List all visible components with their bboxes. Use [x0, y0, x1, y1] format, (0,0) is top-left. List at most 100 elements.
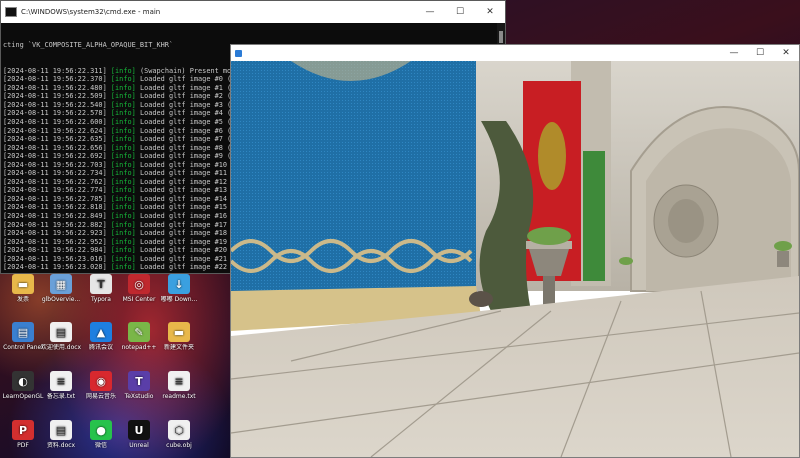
log-timestamp: [2024-08-11 19:56:22.370]: [3, 75, 107, 84]
3d-viewport[interactable]: [231, 61, 799, 457]
desktop-icon[interactable]: ◉ 网易云音乐: [80, 371, 122, 400]
log-message: Loaded gltf image #14: [139, 194, 228, 203]
desktop-icon[interactable]: ⬡ cube.obj: [158, 420, 200, 449]
green-curtain: [583, 151, 605, 281]
desktop-icon[interactable]: ◎ MSI Center: [118, 274, 160, 303]
log-message: Loaded gltf image #22: [139, 263, 228, 271]
log-level: [info]: [110, 92, 136, 101]
log-timestamp: [2024-08-11 19:56:22.882]: [3, 220, 107, 229]
lion-face: [668, 199, 704, 243]
desktop-icon-label: notepad++: [121, 344, 157, 351]
desktop-icon[interactable]: ✎ notepad++: [118, 322, 160, 351]
3d-model-icon: ⬡: [168, 420, 190, 440]
desktop-icon[interactable]: ▤ 资料.docx: [40, 420, 82, 449]
log-message: Loaded gltf image #8 (: [139, 143, 232, 152]
document-icon: ▤: [50, 420, 72, 440]
download-icon: ↓: [168, 274, 190, 294]
log-level: [info]: [110, 143, 136, 152]
log-level: [info]: [110, 237, 136, 246]
close-button[interactable]: ✕: [475, 1, 505, 23]
desktop-icon-label: 新建文件夹: [163, 344, 194, 351]
desktop-icon-label: 嘟嘟 Down...: [160, 296, 198, 303]
texstudio-icon: T: [128, 371, 150, 391]
app-icon: [235, 49, 242, 57]
desktop-icon-label: TeXstudio: [124, 393, 154, 400]
console-window-controls: — ☐ ✕: [415, 1, 505, 23]
log-level: [info]: [110, 212, 136, 221]
log-timestamp: [2024-08-11 19:56:22.785]: [3, 194, 107, 203]
log-level: [info]: [110, 152, 136, 161]
folder-icon: ▬: [168, 322, 190, 342]
log-level: [info]: [110, 135, 136, 144]
log-timestamp: [2024-08-11 19:56:22.703]: [3, 160, 107, 169]
desktop-icon[interactable]: ▲ 腾讯会议: [80, 322, 122, 351]
pdf-icon: P: [12, 420, 34, 440]
desktop-icon-label: MSI Center: [122, 296, 156, 303]
log-message: Loaded gltf image #2 (: [139, 92, 232, 101]
log-message: Loaded gltf image #11: [139, 169, 228, 178]
log-message: Loaded gltf image #21: [139, 254, 228, 263]
log-message: Loaded gltf image #16: [139, 212, 228, 221]
desktop-icon[interactable]: T TeXstudio: [118, 371, 160, 400]
desktop-icon[interactable]: U Unreal: [118, 420, 160, 449]
vase-stem: [543, 276, 555, 306]
log-message: Loaded gltf image #7 (: [139, 135, 232, 144]
terminal-icon: [5, 7, 17, 17]
log-timestamp: [2024-08-11 19:56:22.509]: [3, 92, 107, 101]
desktop-icon[interactable]: ▬ 发票: [2, 274, 44, 303]
desktop-icon-label: readme.txt: [162, 393, 196, 400]
desktop-icon[interactable]: ≡ readme.txt: [158, 371, 200, 400]
desktop-icon[interactable]: ◐ LearnOpenGL: [2, 371, 44, 400]
log-level: [info]: [110, 254, 136, 263]
text-file-icon: ≡: [168, 371, 190, 391]
desktop-icon[interactable]: ≡ 备忘录.txt: [40, 371, 82, 400]
desktop-icon[interactable]: ↓ 嘟嘟 Down...: [158, 274, 200, 303]
console-titlebar[interactable]: C:\WINDOWS\system32\cmd.exe - main — ☐ ✕: [1, 1, 505, 23]
unreal-icon: U: [128, 420, 150, 440]
log-level: [info]: [110, 126, 136, 135]
minimize-button[interactable]: —: [415, 1, 445, 23]
log-timestamp: [2024-08-11 19:56:23.016]: [3, 254, 107, 263]
desktop-icon[interactable]: ▦ glbOvervie...: [40, 274, 82, 303]
log-message: Loaded gltf image #18: [139, 229, 228, 238]
log-level: [info]: [110, 186, 136, 195]
renderer-titlebar[interactable]: — ☐ ✕: [231, 45, 799, 62]
log-level: [info]: [110, 177, 136, 186]
opengl-icon: ◐: [12, 371, 34, 391]
log-timestamp: [2024-08-11 19:56:22.762]: [3, 177, 107, 186]
log-timestamp: [2024-08-11 19:56:23.028]: [3, 263, 107, 271]
log-timestamp: [2024-08-11 19:56:22.849]: [3, 212, 107, 221]
desktop-icon[interactable]: ▤ 欢迎使用.docx: [40, 322, 82, 351]
desktop-icon[interactable]: ▬ 新建文件夹: [158, 322, 200, 351]
log-message: Loaded gltf image #3 (: [139, 100, 232, 109]
desktop-icon-label: 欢迎使用.docx: [40, 344, 82, 351]
log-level: [info]: [110, 169, 136, 178]
msi-icon: ◎: [128, 274, 150, 294]
log-timestamp: [2024-08-11 19:56:22.923]: [3, 229, 107, 238]
log-timestamp: [2024-08-11 19:56:22.818]: [3, 203, 107, 212]
maximize-button[interactable]: ☐: [445, 1, 475, 23]
log-timestamp: [2024-08-11 19:56:22.656]: [3, 143, 107, 152]
log-level: [info]: [110, 75, 136, 84]
log-timestamp: [2024-08-11 19:56:22.578]: [3, 109, 107, 118]
log-message: Loaded gltf image #20: [139, 246, 228, 255]
desktop-icon[interactable]: ● 微信: [80, 420, 122, 449]
minimize-button[interactable]: —: [721, 45, 747, 61]
desktop-icon[interactable]: T Typora: [80, 274, 122, 303]
desktop-icon[interactable]: P PDF: [2, 420, 44, 449]
maximize-button[interactable]: ☐: [747, 45, 773, 61]
desktop-icon-label: 备忘录.txt: [46, 393, 76, 400]
log-message: Loaded gltf image #19: [139, 237, 228, 246]
log-message: Loaded gltf image #5 (: [139, 118, 232, 127]
small-plant: [619, 257, 633, 265]
console-title: C:\WINDOWS\system32\cmd.exe - main: [21, 8, 161, 16]
desktop-icon[interactable]: ▤ Control Panel: [2, 322, 44, 351]
folder-icon: ▬: [12, 274, 34, 294]
log-message: Loaded gltf image #12: [139, 177, 228, 186]
close-button[interactable]: ✕: [773, 45, 799, 61]
desktop-icon-label: 发票: [16, 296, 29, 303]
renderer-window[interactable]: — ☐ ✕: [230, 44, 800, 458]
scrollbar-thumb[interactable]: [499, 31, 503, 43]
log-level: [info]: [110, 100, 136, 109]
renderer-window-controls: — ☐ ✕: [721, 45, 799, 61]
